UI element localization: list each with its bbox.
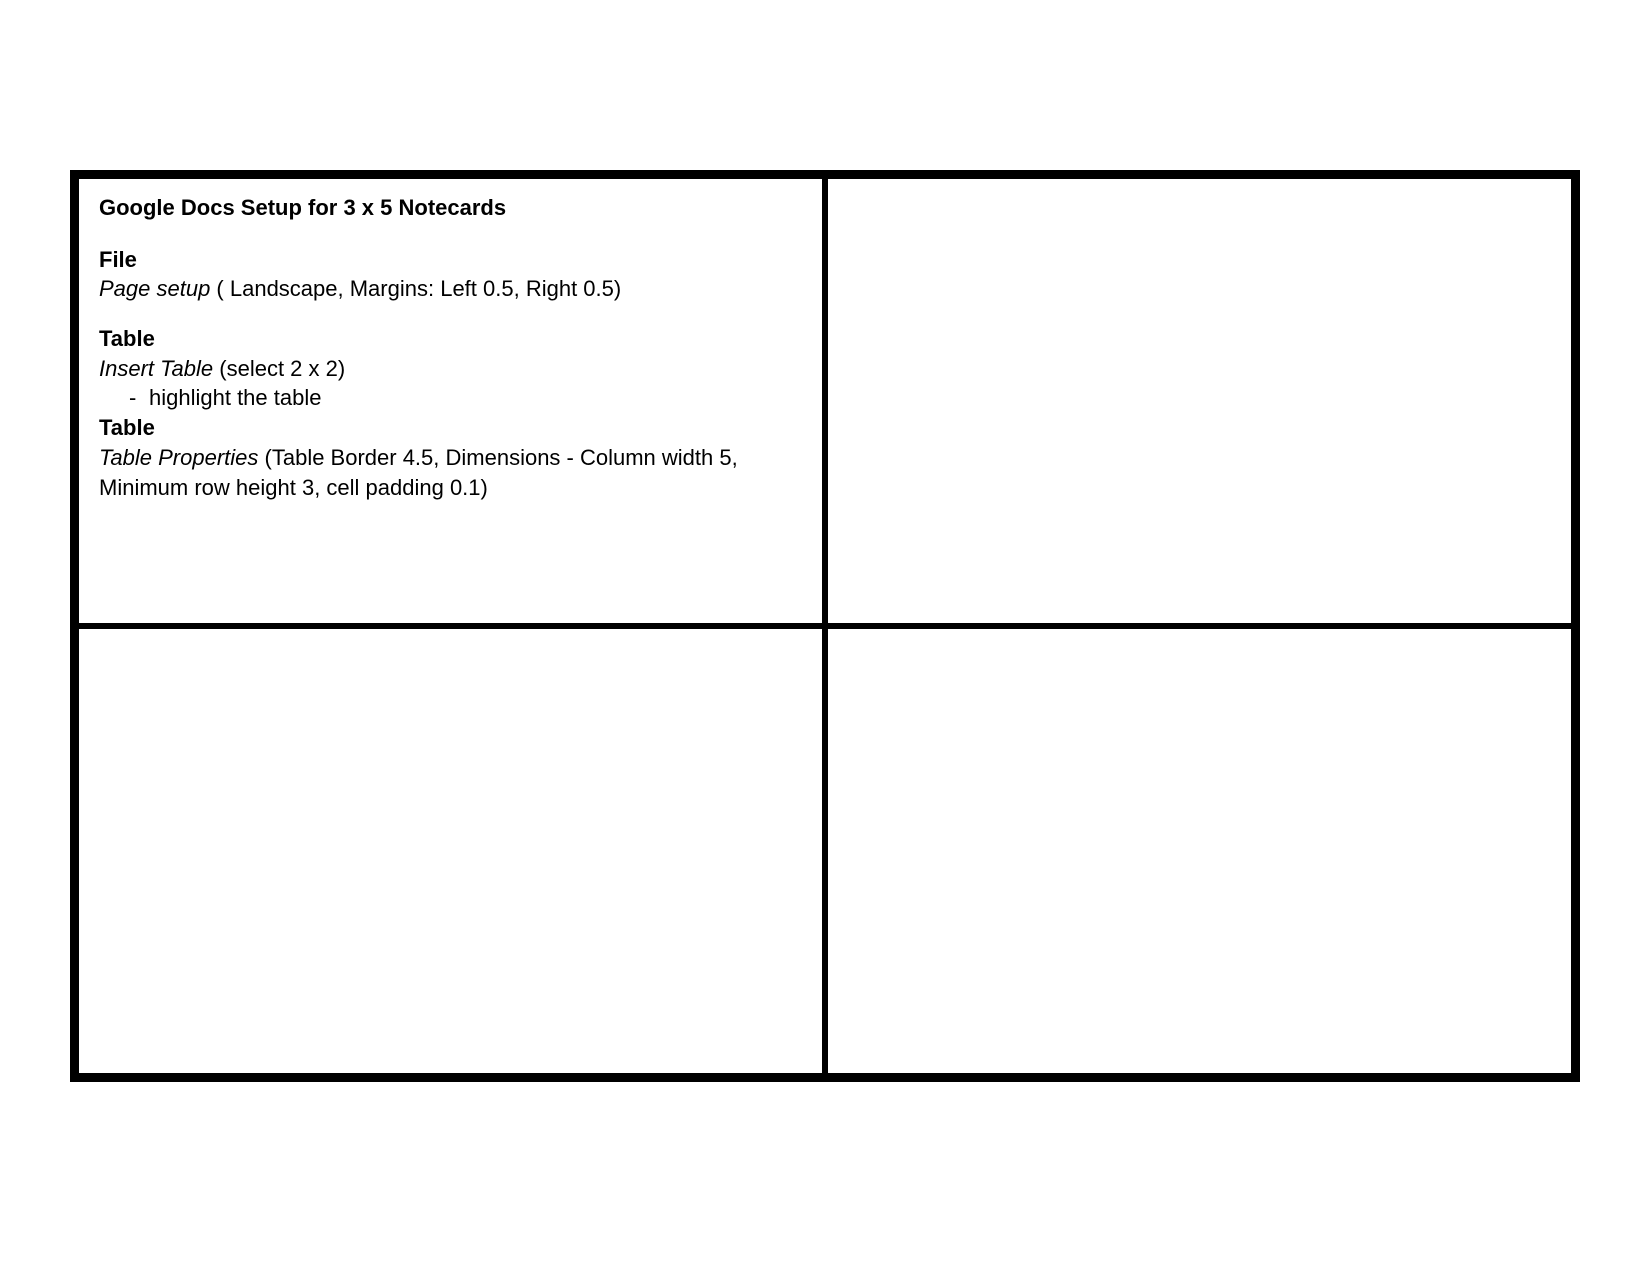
insert-table-label: Insert Table <box>99 356 213 381</box>
table-properties-label: Table Properties <box>99 445 258 470</box>
spacer <box>99 304 802 324</box>
notecard-cell-4 <box>825 626 1574 1076</box>
notecard-cell-1: Google Docs Setup for 3 x 5 Notecards Fi… <box>76 176 825 626</box>
notecard-cell-2 <box>825 176 1574 626</box>
notecard-grid: Google Docs Setup for 3 x 5 Notecards Fi… <box>70 170 1580 1082</box>
insert-table-details: (select 2 x 2) <box>213 356 345 381</box>
insert-table-line: Insert Table (select 2 x 2) <box>99 354 802 384</box>
section-file-line: Page setup ( Landscape, Margins: Left 0.… <box>99 274 802 304</box>
page-setup-details: ( Landscape, Margins: Left 0.5, Right 0.… <box>210 276 621 301</box>
notecard-cell-3 <box>76 626 825 1076</box>
page-setup-label: Page setup <box>99 276 210 301</box>
card-title: Google Docs Setup for 3 x 5 Notecards <box>99 193 802 223</box>
section-table-heading-1: Table <box>99 324 802 354</box>
section-file-heading: File <box>99 245 802 275</box>
document-page: Google Docs Setup for 3 x 5 Notecards Fi… <box>0 0 1650 1275</box>
table-properties-line: Table Properties (Table Border 4.5, Dime… <box>99 443 802 502</box>
section-table-heading-2: Table <box>99 413 802 443</box>
highlight-bullet: highlight the table <box>99 383 802 413</box>
